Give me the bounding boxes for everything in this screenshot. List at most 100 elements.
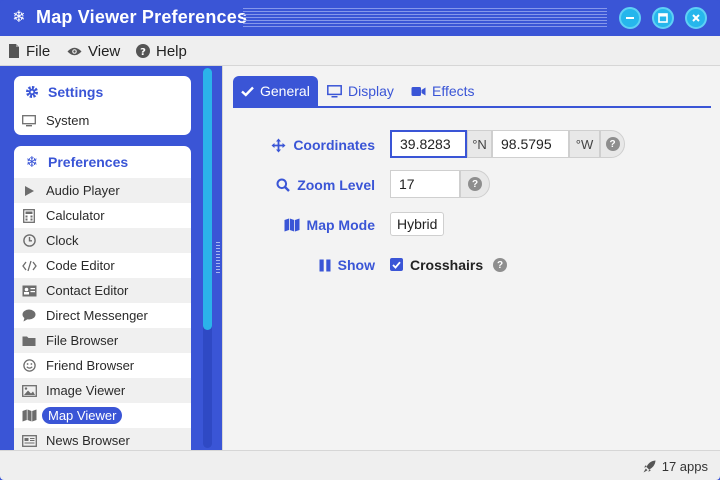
calculator-icon <box>21 208 37 224</box>
window-title: Map Viewer Preferences <box>36 7 248 27</box>
sidebar: Settings System ❄ Preferences Audio Play… <box>4 66 214 450</box>
title-drag-stripes[interactable] <box>243 8 607 28</box>
menu-file-label: File <box>26 42 51 60</box>
crosshairs-checkbox[interactable] <box>390 258 403 271</box>
tab-bar: General Display Effects <box>233 76 711 108</box>
sidebar-item-contact-editor[interactable]: Contact Editor <box>14 278 191 303</box>
preferences-group: ❄ Preferences Audio Player Calculator Cl… <box>14 146 191 450</box>
newspaper-icon <box>21 433 37 449</box>
maximize-icon <box>658 13 668 23</box>
sidebar-item-label: File Browser <box>46 333 119 348</box>
map-mode-label: Map Mode <box>284 210 375 240</box>
menu-help-label: Help <box>156 42 187 60</box>
close-icon <box>692 14 700 22</box>
sidebar-item-label: Map Viewer <box>42 407 123 424</box>
check-icon <box>241 86 254 97</box>
tab-general-label: General <box>260 83 310 99</box>
monitor-icon <box>327 84 342 97</box>
settings-group-header: Settings <box>14 76 191 108</box>
map-mode-label-text: Map Mode <box>306 217 375 233</box>
clock-icon <box>21 233 37 249</box>
sidebar-item-friend-browser[interactable]: Friend Browser <box>14 353 191 378</box>
map-icon <box>284 218 300 232</box>
sidebar-item-image-viewer[interactable]: Image Viewer <box>14 378 191 403</box>
coordinates-help-button[interactable]: ? <box>600 130 625 158</box>
sidebar-item-calculator[interactable]: Calculator <box>14 203 191 228</box>
map-icon <box>21 408 37 424</box>
main-panel: General Display Effects Coordinates 39.8… <box>222 66 720 450</box>
title-bar[interactable]: ❄ Map Viewer Preferences <box>0 0 720 36</box>
tab-general[interactable]: General <box>233 76 318 106</box>
zoom-level-label-text: Zoom Level <box>297 177 375 193</box>
svg-text:?: ? <box>140 47 146 58</box>
help-icon: ? <box>468 177 482 191</box>
sidebar-item-label: Direct Messenger <box>46 308 148 323</box>
status-bar: 17 apps <box>0 450 720 480</box>
folder-icon <box>21 333 37 349</box>
sidebar-item-audio-player[interactable]: Audio Player <box>14 178 191 203</box>
maximize-button[interactable] <box>652 7 674 29</box>
contact-card-icon <box>21 283 37 299</box>
crosshairs-help-button[interactable]: ? <box>493 258 507 272</box>
coordinates-label-text: Coordinates <box>293 137 375 153</box>
sidebar-item-system[interactable]: System <box>14 108 191 133</box>
minimize-button[interactable] <box>619 7 641 29</box>
settings-group: Settings System <box>14 76 191 135</box>
sidebar-item-label: Audio Player <box>46 183 120 198</box>
panel-splitter[interactable] <box>214 66 222 450</box>
menu-view-label: View <box>88 42 121 60</box>
sidebar-item-code-editor[interactable]: Code Editor <box>14 253 191 278</box>
settings-group-title: Settings <box>48 84 104 100</box>
sidebar-item-label: Code Editor <box>46 258 115 273</box>
status-text: 17 apps <box>661 458 708 474</box>
file-icon <box>9 44 19 58</box>
menu-file[interactable]: File <box>8 36 50 66</box>
tab-effects[interactable]: Effects <box>403 76 483 106</box>
latitude-input[interactable]: 39.8283 <box>390 130 467 158</box>
code-icon <box>21 258 37 274</box>
status-apps-count: 17 apps <box>643 451 708 480</box>
sidebar-scrollbar[interactable] <box>203 68 212 448</box>
longitude-unit: °W <box>569 130 600 158</box>
menu-help[interactable]: ? Help <box>136 36 187 66</box>
eye-icon <box>67 47 82 55</box>
sidebar-item-direct-messenger[interactable]: Direct Messenger <box>14 303 191 328</box>
preferences-window: ❄ Map Viewer Preferences File View ? Hel… <box>0 0 720 480</box>
rocket-icon <box>643 460 656 472</box>
splitter-grip[interactable] <box>216 242 220 274</box>
sidebar-scrollbar-thumb[interactable] <box>203 68 212 330</box>
monitor-icon <box>21 113 37 129</box>
minimize-icon <box>626 17 634 19</box>
preferences-group-title: Preferences <box>48 154 129 170</box>
question-circle-icon: ? <box>136 44 150 58</box>
tab-display[interactable]: Display <box>319 76 402 106</box>
sidebar-item-file-browser[interactable]: File Browser <box>14 328 191 353</box>
help-icon: ? <box>493 258 507 272</box>
video-camera-icon <box>411 86 426 96</box>
map-mode-value: Hybrid <box>397 216 438 232</box>
sidebar-item-label: News Browser <box>46 433 130 448</box>
zoom-level-input[interactable]: 17 <box>390 170 460 198</box>
sidebar-item-label: System <box>46 113 90 128</box>
sidebar-item-clock[interactable]: Clock <box>14 228 191 253</box>
sidebar-item-label: Friend Browser <box>46 358 135 373</box>
sidebar-item-news-browser[interactable]: News Browser <box>14 428 191 450</box>
columns-icon <box>319 259 331 271</box>
sidebar-item-label: Calculator <box>46 208 105 223</box>
menu-view[interactable]: View <box>67 36 120 66</box>
longitude-input[interactable]: 98.5795 <box>492 130 569 158</box>
zoom-level-help-button[interactable]: ? <box>460 170 490 198</box>
preferences-list: Audio Player Calculator Clock Code Edito… <box>14 178 191 450</box>
sidebar-item-map-viewer[interactable]: Map Viewer <box>14 403 191 428</box>
snowflake-icon: ❄ <box>12 9 26 26</box>
latitude-value: 39.8283 <box>400 136 451 152</box>
close-button[interactable] <box>685 7 707 29</box>
show-label-text: Show <box>337 257 375 273</box>
coordinates-label: Coordinates <box>271 130 375 160</box>
menu-bar: File View ? Help <box>0 36 720 66</box>
crosshairs-label[interactable]: Crosshairs <box>410 250 483 280</box>
show-row: Show Crosshairs ? <box>223 250 720 280</box>
sidebar-scroll-area[interactable]: Settings System ❄ Preferences Audio Play… <box>4 66 200 450</box>
longitude-value: 98.5795 <box>501 136 552 152</box>
map-mode-select[interactable]: Hybrid <box>390 212 445 236</box>
